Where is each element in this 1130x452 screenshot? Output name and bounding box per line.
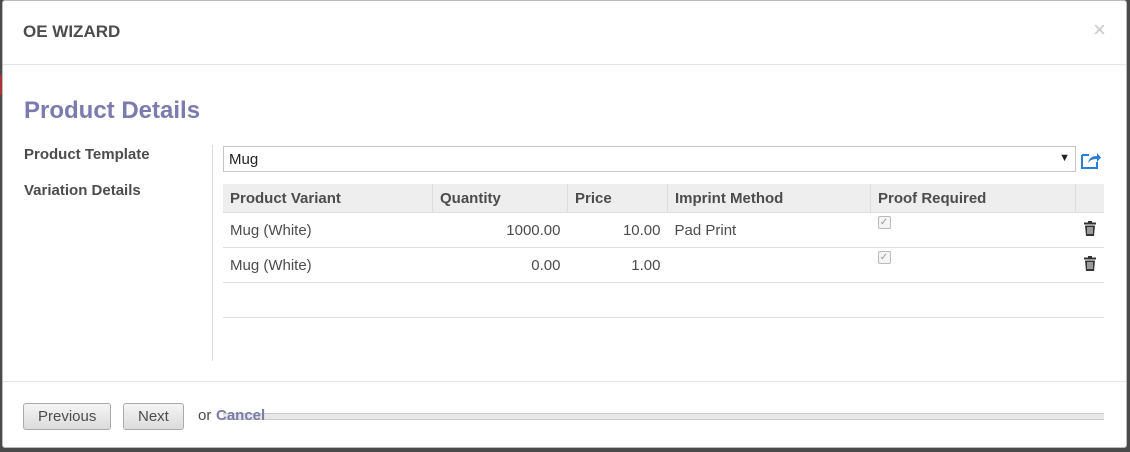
dialog-header: OE WIZARD × [3, 1, 1126, 65]
dialog-footer: Previous Next or Cancel [3, 381, 1126, 449]
close-icon[interactable]: × [1093, 17, 1106, 43]
empty-row [223, 282, 1104, 318]
previous-button[interactable]: Previous [23, 403, 112, 430]
cell-variant[interactable]: Mug (White) [223, 212, 433, 248]
table-row[interactable]: Mug (White) 0.00 1.00 ✓ [223, 247, 1104, 283]
column-header-product-variant[interactable]: Product Variant [223, 184, 433, 213]
label-column-divider [212, 145, 213, 361]
cell-imprint-method[interactable]: Pad Print [667, 212, 871, 248]
cell-price[interactable]: 1.00 [567, 247, 668, 283]
cell-quantity[interactable]: 0.00 [432, 247, 568, 283]
dialog-title: OE WIZARD [23, 22, 121, 41]
cell-variant[interactable]: Mug (White) [223, 247, 433, 283]
product-template-value: Mug [229, 151, 259, 168]
chevron-down-icon: ▼ [1059, 152, 1070, 164]
section-title: Product Details [24, 97, 201, 124]
cell-proof-required: ✓ [870, 212, 1076, 248]
table-header-row: Product Variant Quantity Price Imprint M… [223, 184, 1104, 213]
dialog-body: Product Details Product Template Variati… [3, 65, 1126, 420]
variants-table: Product Variant Quantity Price Imprint M… [223, 184, 1104, 318]
product-template-select[interactable]: Mug ▼ [223, 146, 1076, 172]
product-template-label: Product Template [24, 146, 150, 163]
variation-details-label: Variation Details [24, 182, 141, 199]
column-header-quantity[interactable]: Quantity [432, 184, 568, 213]
trash-icon[interactable] [1075, 247, 1104, 283]
trash-icon[interactable] [1075, 212, 1104, 248]
cell-proof-required: ✓ [870, 247, 1076, 283]
wizard-dialog: OE WIZARD × Product Details Product Temp… [2, 0, 1127, 448]
column-header-price[interactable]: Price [567, 184, 668, 213]
column-header-actions [1075, 184, 1104, 213]
column-header-proof-required[interactable]: Proof Required [870, 184, 1076, 213]
or-text: or [198, 407, 212, 424]
cell-price[interactable]: 10.00 [567, 212, 668, 248]
proof-required-checkbox: ✓ [877, 215, 891, 229]
column-header-imprint-method[interactable]: Imprint Method [667, 184, 871, 213]
cell-quantity[interactable]: 1000.00 [432, 212, 568, 248]
cancel-link[interactable]: Cancel [216, 407, 265, 424]
cell-imprint-method[interactable] [667, 247, 871, 283]
table-row[interactable]: Mug (White) 1000.00 10.00 Pad Print ✓ [223, 212, 1104, 248]
next-button[interactable]: Next [123, 403, 184, 430]
proof-required-checkbox: ✓ [877, 250, 891, 264]
external-link-icon[interactable] [1080, 150, 1102, 170]
